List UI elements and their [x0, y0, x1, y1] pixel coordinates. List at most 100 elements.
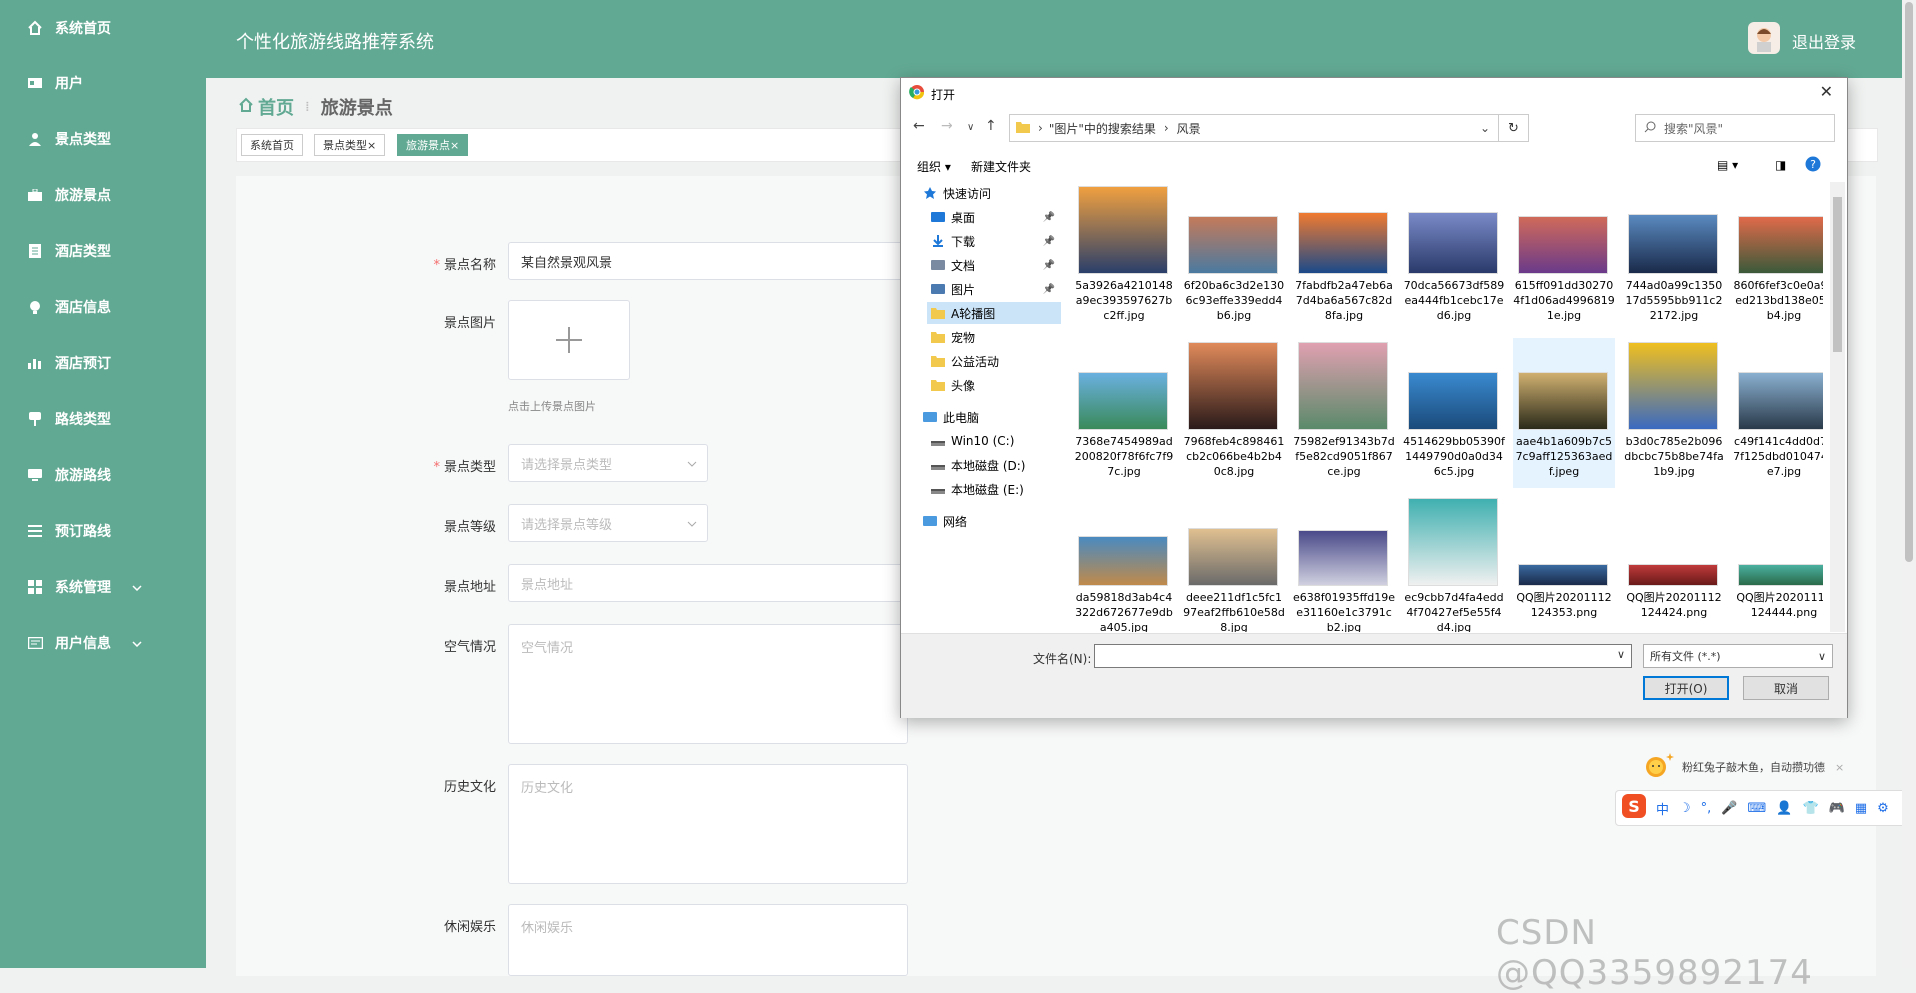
file-item[interactable]: aae4b1a609b7c57c9aff125363aedf.jpeg	[1513, 338, 1615, 488]
tree-item[interactable]: 桌面 📌	[927, 206, 1061, 228]
ime-item[interactable]: ☽	[1679, 801, 1691, 816]
ime-item[interactable]: 👤	[1776, 801, 1792, 816]
search-box[interactable]: 搜索"风景"	[1635, 114, 1835, 142]
scenic-type-select[interactable]: 请选择景点类型	[508, 444, 708, 482]
tree-item[interactable]: 图片 📌	[927, 278, 1061, 300]
file-item[interactable]: QQ图片20201112124353.png	[1513, 494, 1615, 632]
file-item[interactable]: 7fabdfb2a47eb6a7d4ba6a567c82d8fa.jpg	[1293, 182, 1395, 332]
file-item[interactable]: QQ图片20201112124444.png	[1733, 494, 1823, 632]
sidebar-item-hotel-booking[interactable]: 酒店预订	[0, 343, 206, 383]
sidebar-item-route[interactable]: 旅游路线	[0, 455, 206, 495]
file-item[interactable]: 75982ef91343b7df5e82cd9051f867ce.jpg	[1293, 338, 1395, 488]
tree-item[interactable]: 宠物	[927, 326, 1061, 348]
chevron-down-icon[interactable]: ⌄	[1480, 121, 1490, 135]
ime-item[interactable]: 中	[1656, 799, 1669, 818]
scrollbar-thumb[interactable]	[1833, 197, 1842, 352]
tree-item[interactable]: 本地磁盘 (E:)	[927, 478, 1061, 500]
scrollbar-thumb[interactable]	[1905, 2, 1913, 562]
sidebar-item-hotel-type[interactable]: 酒店类型	[0, 231, 206, 271]
sidebar-item-home[interactable]: 系统首页	[0, 8, 206, 48]
address-segment[interactable]: 风景	[1177, 120, 1201, 137]
ime-item[interactable]: ▦	[1855, 801, 1867, 816]
help-icon[interactable]: ?	[1805, 156, 1821, 175]
scenic-level-select[interactable]: 请选择景点等级	[508, 504, 708, 542]
file-item[interactable]: 6f20ba6c3d2e1306c93effe339edd4b6.jpg	[1183, 182, 1285, 332]
page-scrollbar[interactable]	[1902, 0, 1916, 968]
ime-item[interactable]: ⌨	[1748, 801, 1767, 816]
breadcrumb-home[interactable]: 首页	[258, 94, 294, 120]
sidebar-item-hotel-info[interactable]: 酒店信息	[0, 287, 206, 327]
file-item[interactable]: e638f01935ffd19ee31160e1c3791cb2.jpg	[1293, 494, 1395, 632]
file-item[interactable]: 7968feb4c898461cb2c066be4b2b40c8.jpg	[1183, 338, 1285, 488]
ime-item[interactable]: 🎮	[1829, 801, 1845, 816]
file-item[interactable]: 4514629bb05390f1449790d0a0d346c5.jpg	[1403, 338, 1505, 488]
file-item[interactable]: 7368e7454989ad200820f78f6fc7f97c.jpg	[1073, 338, 1175, 488]
dialog-scrollbar[interactable]	[1830, 182, 1845, 632]
view-options-icon[interactable]: ▤ ▾	[1717, 158, 1738, 172]
avatar[interactable]	[1748, 22, 1780, 54]
tree-item[interactable]: 下载 📌	[927, 230, 1061, 252]
file-item[interactable]: ec9cbb7d4fa4edd4f70427ef5e55f4d4.jpg	[1403, 494, 1505, 632]
chevron-down-icon[interactable]: ∨	[1617, 648, 1625, 661]
back-arrow-icon[interactable]: ←	[913, 118, 925, 134]
tree-item[interactable]: 此电脑	[923, 406, 1061, 428]
ime-item[interactable]: ⚙	[1877, 801, 1889, 816]
new-folder-button[interactable]: 新建文件夹	[971, 158, 1031, 175]
up-arrow-icon[interactable]: ↑	[985, 118, 997, 134]
close-icon[interactable]: ×	[1835, 761, 1844, 774]
address-segment[interactable]: "图片"中的搜索结果	[1049, 120, 1156, 137]
file-item[interactable]: 744ad0a99c135017d5595bb911c22172.jpg	[1623, 182, 1725, 332]
file-item[interactable]: 70dca56673df589ea444fb1cebc17ed6.jpg	[1403, 182, 1505, 332]
sidebar-item-route-type[interactable]: 路线类型	[0, 399, 206, 439]
file-item[interactable]: 860f6fef3c0e0a9ded213bd138e052b4.jpg	[1733, 182, 1823, 332]
tree-item[interactable]: 文档 📌	[927, 254, 1061, 276]
file-item[interactable]: deee211df1c5fc197eaf2ffb610e58d8.jpg	[1183, 494, 1285, 632]
sidebar-item-system[interactable]: 系统管理	[0, 567, 206, 607]
history-textarea[interactable]: 历史文化	[508, 764, 908, 884]
image-upload[interactable]	[508, 300, 630, 380]
leisure-textarea[interactable]: 休闲娱乐	[508, 904, 908, 976]
forward-arrow-icon[interactable]: →	[941, 118, 953, 134]
logout-button[interactable]: 退出登录	[1792, 29, 1856, 53]
close-icon[interactable]: ✕	[1820, 82, 1833, 101]
sidebar-item-scenic-type[interactable]: 景点类型	[0, 119, 206, 159]
file-item[interactable]: 615ff091dd302704f1d06ad49968191e.jpg	[1513, 182, 1615, 332]
open-button[interactable]: 打开(O)	[1643, 676, 1729, 700]
cancel-button[interactable]: 取消	[1743, 676, 1829, 700]
file-item[interactable]: b3d0c785e2b096dbcbc75b8be74fa1b9.jpg	[1623, 338, 1725, 488]
file-item[interactable]: da59818d3ab4c4322d672677e9dba405.jpg	[1073, 494, 1175, 632]
tree-item[interactable]: 快速访问	[923, 182, 1061, 204]
scenic-name-input[interactable]: 某自然景观风景	[508, 242, 908, 280]
address-bar[interactable]: › "图片"中的搜索结果 › 风景 ⌄	[1009, 114, 1499, 142]
scenic-address-input[interactable]: 景点地址	[508, 564, 908, 602]
sidebar-item-route-booking[interactable]: 预订路线	[0, 511, 206, 551]
filetype-select[interactable]: 所有文件 (*.*) ∨	[1643, 644, 1833, 668]
sidebar-item-scenic-spot[interactable]: 旅游景点	[0, 175, 206, 215]
file-item[interactable]: c49f141c4dd0d767f125dbd0104746e7.jpg	[1733, 338, 1823, 488]
file-item[interactable]: 5a3926a4210148a9ec393597627bc2ff.jpg	[1073, 182, 1175, 332]
close-icon[interactable]: ×	[450, 139, 459, 152]
ime-item[interactable]: 👕	[1802, 801, 1818, 816]
preview-pane-icon[interactable]: ◨	[1775, 158, 1786, 172]
tree-item[interactable]: 本地磁盘 (D:)	[927, 454, 1061, 476]
ime-item[interactable]: °,	[1701, 801, 1712, 816]
ime-item[interactable]: 🎤	[1721, 801, 1737, 816]
filename-input[interactable]: ∨	[1094, 644, 1632, 668]
tree-item[interactable]: Win10 (C:)	[927, 430, 1061, 452]
tag-scenic-type[interactable]: 景点类型×	[314, 134, 386, 156]
sidebar-item-user[interactable]: 用户	[0, 63, 206, 103]
recent-dropdown-icon[interactable]: ∨	[967, 122, 974, 133]
tree-item[interactable]: 网络	[923, 510, 1061, 532]
tag-home[interactable]: 系统首页	[241, 134, 303, 156]
close-icon[interactable]: ×	[367, 139, 376, 152]
tree-item[interactable]: A轮播图	[927, 302, 1061, 324]
file-item[interactable]: QQ图片20201112124424.png	[1623, 494, 1725, 632]
air-textarea[interactable]: 空气情况	[508, 624, 908, 744]
tree-item[interactable]: 头像	[927, 374, 1061, 396]
sogou-icon[interactable]: S	[1622, 794, 1646, 822]
tree-item[interactable]: 公益活动	[927, 350, 1061, 372]
tag-scenic-spot[interactable]: 旅游景点×	[397, 134, 469, 156]
organize-button[interactable]: 组织 ▾	[917, 158, 951, 175]
sidebar-item-user-info[interactable]: 用户信息	[0, 623, 206, 663]
refresh-button[interactable]: ↻	[1499, 114, 1529, 142]
